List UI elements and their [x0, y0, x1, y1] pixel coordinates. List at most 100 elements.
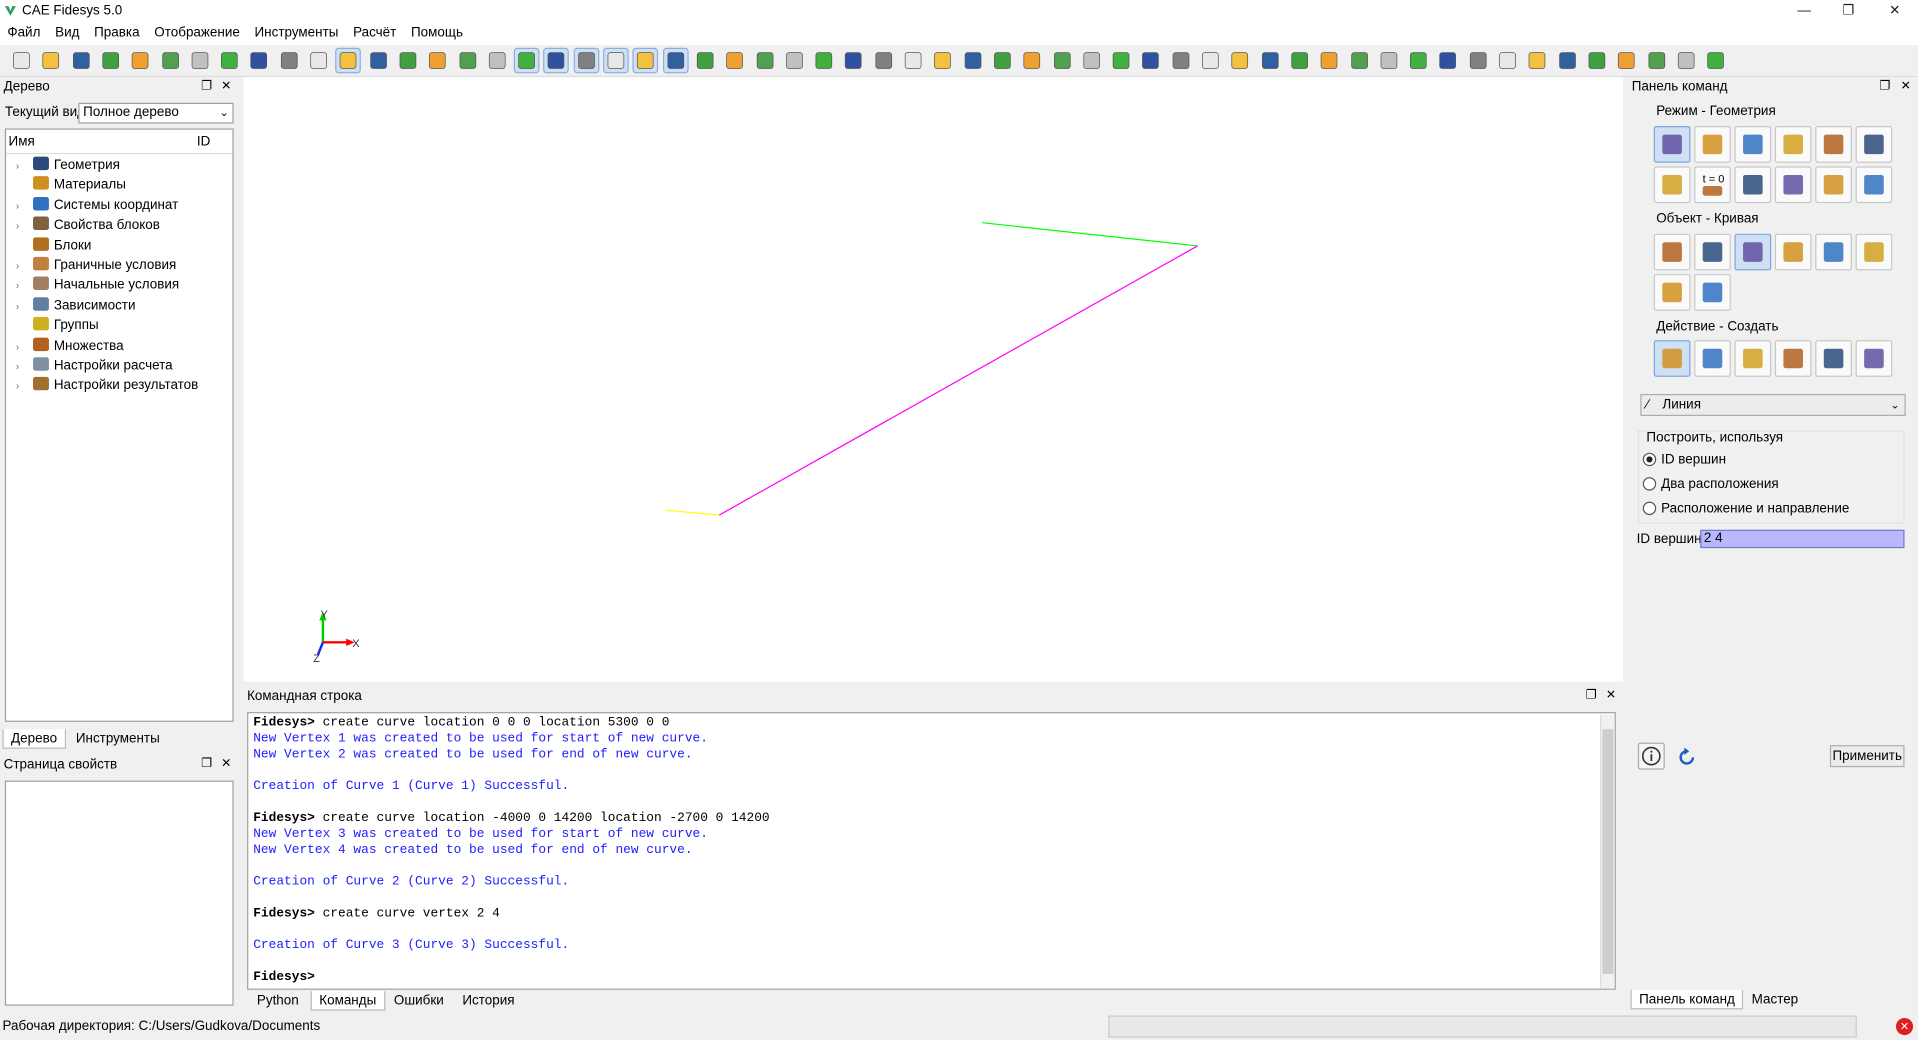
vertex-id-field[interactable]: 2 4 [1700, 529, 1905, 549]
toolbar-tool-icon[interactable] [1526, 49, 1549, 72]
export-icon[interactable] [99, 49, 122, 72]
chevron-right-icon[interactable]: › [16, 377, 28, 397]
toolbar-tool-icon[interactable] [485, 49, 508, 72]
close-icon[interactable]: ✕ [218, 77, 235, 97]
tab-tree[interactable]: Дерево [2, 729, 66, 749]
toolbar-tool-icon[interactable] [1645, 49, 1668, 72]
toolbar-tool-icon[interactable] [1585, 49, 1608, 72]
tab-tools[interactable]: Инструменты [68, 729, 167, 749]
radio-two-locations[interactable]: Два расположения [1642, 476, 1779, 493]
toolbar-tool-icon[interactable] [1437, 49, 1460, 72]
toolbar-tool-icon[interactable] [1080, 49, 1103, 72]
toolbar-tool-icon[interactable] [1377, 49, 1400, 72]
save-icon[interactable] [69, 49, 92, 72]
viewport-3d[interactable]: Y X Z [243, 77, 1624, 682]
tree-item[interactable]: › Граничные условия [16, 256, 176, 276]
vertex-icon[interactable] [1774, 233, 1812, 271]
initial-conditions-icon[interactable]: t = 0 [1694, 166, 1731, 204]
tree-item[interactable]: › Свойства блоков [16, 216, 160, 236]
boundary-conditions-icon[interactable] [1653, 166, 1691, 204]
create-icon[interactable] [1653, 340, 1691, 377]
tree-item[interactable]: › Множества [16, 336, 124, 356]
console-tab[interactable]: Python [250, 991, 307, 1011]
id-icon[interactable] [218, 49, 241, 72]
close-window-button[interactable]: ✕ [1874, 0, 1916, 22]
toolbar-tool-icon[interactable] [1258, 49, 1281, 72]
surface-icon[interactable] [1694, 233, 1731, 271]
transform-icon[interactable] [1774, 340, 1812, 377]
menu-tools[interactable]: Инструменты [247, 22, 346, 45]
toolbar-tool-icon[interactable] [1704, 49, 1727, 72]
toolbar-tool-icon[interactable] [1169, 49, 1192, 72]
delete-icon[interactable] [1815, 340, 1852, 377]
toolbar-tool-icon[interactable] [1139, 49, 1162, 72]
volume-icon[interactable] [1653, 233, 1691, 271]
console-output[interactable]: Fidesys> create curve location 0 0 0 loc… [247, 712, 1616, 990]
journal-icon[interactable] [158, 49, 181, 72]
toolbar-tool-icon[interactable] [543, 47, 570, 74]
float-icon[interactable]: ❐ [198, 77, 215, 97]
restore-button[interactable]: ❐ [1827, 0, 1869, 22]
close-icon[interactable]: ✕ [1897, 77, 1914, 97]
copy-icon[interactable] [1734, 340, 1772, 377]
toolbar-tool-icon[interactable] [1050, 49, 1073, 72]
toolbar-tool-icon[interactable] [662, 47, 689, 74]
view-select[interactable]: Полное дерево ⌄ [78, 102, 234, 124]
block-mode-icon[interactable] [1815, 126, 1852, 163]
toolbar-tool-icon[interactable] [1110, 49, 1133, 72]
group-icon[interactable] [1815, 233, 1852, 271]
toolbar-tool-icon[interactable] [1228, 49, 1251, 72]
toolbar-tool-icon[interactable] [1674, 49, 1697, 72]
chevron-right-icon[interactable]: › [16, 277, 28, 297]
reset-button[interactable] [1673, 744, 1700, 771]
info-button[interactable] [1637, 742, 1665, 770]
toolbar-tool-icon[interactable] [693, 49, 716, 72]
curve-3[interactable] [718, 245, 1198, 516]
chevron-right-icon[interactable]: › [16, 297, 28, 317]
curve-2[interactable] [982, 222, 1198, 247]
chevron-right-icon[interactable]: › [16, 337, 28, 357]
chevron-right-icon[interactable]: › [16, 357, 28, 377]
toolbar-tool-icon[interactable] [1496, 49, 1519, 72]
text-icon[interactable] [1694, 274, 1731, 311]
menu-calculation[interactable]: Расчёт [346, 22, 404, 45]
calc-settings-icon[interactable] [1774, 166, 1812, 204]
menu-view[interactable]: Вид [48, 22, 87, 45]
toolbar-tool-icon[interactable] [456, 49, 479, 72]
toolbar-tool-icon[interactable] [366, 49, 389, 72]
measure-icon[interactable] [1653, 274, 1691, 311]
toolbar-tool-icon[interactable] [307, 49, 330, 72]
tree-item[interactable]: › Геометрия [16, 155, 120, 175]
error-icon[interactable]: ✕ [1895, 1017, 1914, 1036]
toolbar-tool-icon[interactable] [1318, 49, 1341, 72]
tree-item[interactable]: › Зависимости [16, 296, 136, 316]
radio-vertex-ids[interactable]: ID вершин [1642, 451, 1726, 468]
toolbar-tool-icon[interactable] [1407, 49, 1430, 72]
close-icon[interactable]: ✕ [218, 755, 235, 775]
console-scrollbar[interactable] [1599, 714, 1615, 989]
tab-master[interactable]: Мастер [1744, 990, 1805, 1010]
tree-item[interactable]: › Настройки результатов [16, 376, 198, 396]
toolbar-tool-icon[interactable] [1466, 49, 1489, 72]
menu-display[interactable]: Отображение [147, 22, 247, 45]
toolbar-tool-icon[interactable] [1347, 49, 1370, 72]
console-tab[interactable]: Ошибки [387, 991, 452, 1011]
tree-item[interactable]: › Настройки расчета [16, 356, 173, 376]
chevron-right-icon[interactable]: › [16, 197, 28, 217]
toolbar-tool-icon[interactable] [753, 49, 776, 72]
material-mode-icon[interactable] [1734, 126, 1772, 163]
toolbar-tool-icon[interactable] [396, 49, 419, 72]
toolbar-tool-icon[interactable] [842, 49, 865, 72]
toolbar-tool-icon[interactable] [1020, 49, 1043, 72]
tree-item[interactable]: › Начальные условия [16, 276, 179, 296]
step-icon[interactable] [248, 49, 271, 72]
toolbar-tool-icon[interactable] [513, 47, 540, 74]
curve-type-select[interactable]: ∕ Линия ⌄ [1640, 393, 1906, 416]
close-icon[interactable]: ✕ [1602, 686, 1619, 706]
results-settings-icon[interactable] [1815, 166, 1852, 204]
toolbar-tool-icon[interactable] [1555, 49, 1578, 72]
modify-icon[interactable] [1694, 340, 1731, 377]
play-icon[interactable] [188, 49, 211, 72]
toolbar-tool-icon[interactable] [872, 49, 895, 72]
body-icon[interactable] [1855, 233, 1893, 271]
